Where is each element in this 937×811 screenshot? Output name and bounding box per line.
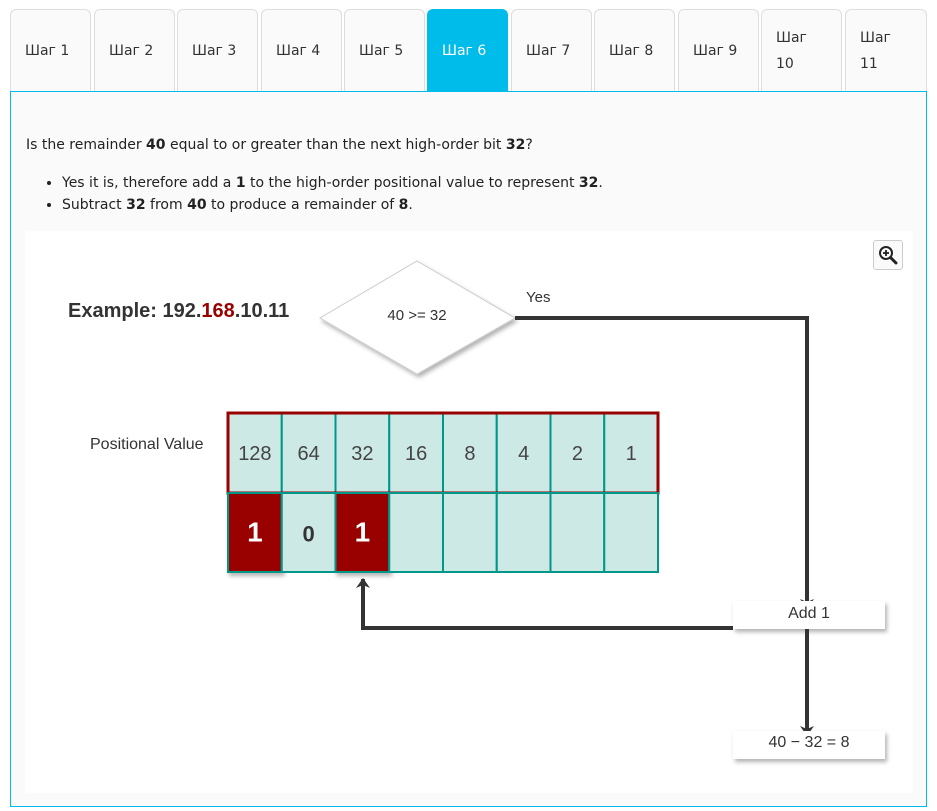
tab-step-6[interactable]: Шаг 6 <box>427 9 508 91</box>
bit-cell <box>495 492 552 573</box>
positional-value: 32 <box>351 443 373 465</box>
positional-value: 8 <box>464 443 475 465</box>
yes-label: Yes <box>526 289 550 306</box>
tab-label: Шаг 9 <box>693 42 738 59</box>
tab-label: Шаг 2 <box>109 42 154 59</box>
add-label: Add 1 <box>788 605 830 622</box>
tab-label: Шаг 4 <box>276 42 321 59</box>
question-text: Is the remainder 40 equal to or greater … <box>26 137 533 153</box>
add-one-arrow <box>356 578 733 630</box>
list-item: Subtract 32 from 40 to produce a remaind… <box>62 194 603 216</box>
tab-step-3[interactable]: Шаг 3 <box>177 9 258 91</box>
tab-label: Шаг 7 <box>526 42 571 59</box>
bit-table: 128 64 32 16 8 4 2 1 1 0 1 <box>226 411 660 573</box>
diagram-figure: Example: 192.168.10.11 40 >= 32 Yes Posi… <box>25 231 913 793</box>
bit-value: 1 <box>247 517 263 548</box>
bit-cell <box>549 492 606 573</box>
tab-label: Шаг 5 <box>359 42 404 59</box>
positional-value: 1 <box>626 443 637 465</box>
tab-step-7[interactable]: Шаг 7 <box>511 9 592 91</box>
binary-conversion-diagram: Example: 192.168.10.11 40 >= 32 Yes Posi… <box>68 260 885 759</box>
positional-value: 2 <box>572 443 583 465</box>
tab-step-5[interactable]: Шаг 5 <box>344 9 425 91</box>
positional-value: 128 <box>238 443 271 465</box>
tab-step-10[interactable]: Шаг 10 <box>761 9 842 91</box>
zoom-in-button[interactable] <box>873 240 903 270</box>
positional-value: 4 <box>518 443 529 465</box>
bit-cell <box>388 492 444 573</box>
zoom-in-icon <box>879 246 898 265</box>
positional-value-label: Positional Value <box>90 436 204 453</box>
bit-value: 32 <box>505 137 526 153</box>
tab-step-11[interactable]: Шаг 11 <box>845 9 927 91</box>
list-item: Yes it is, therefore add a 1 to the high… <box>62 172 603 194</box>
tab-label: Шаг 10 <box>776 29 807 72</box>
tab-label: Шаг 3 <box>192 42 237 59</box>
tab-step-2[interactable]: Шаг 2 <box>94 9 175 91</box>
tab-label: Шаг 11 <box>860 29 891 72</box>
tab-step-9[interactable]: Шаг 9 <box>678 9 759 91</box>
positional-value: 16 <box>405 443 427 465</box>
tab-label: Шаг 8 <box>609 42 654 59</box>
remainder-value: 40 <box>146 137 166 153</box>
bit-value: 1 <box>355 517 371 548</box>
step-tabs: Шаг 1 Шаг 2 Шаг 3 Шаг 4 Шаг 5 Шаг 6 Шаг … <box>10 9 927 92</box>
tab-step-1[interactable]: Шаг 1 <box>10 9 91 91</box>
tab-label: Шаг 6 <box>442 42 487 59</box>
explanation-list: Yes it is, therefore add a 1 to the high… <box>26 172 603 216</box>
subtract-label: 40 − 32 = 8 <box>769 734 850 751</box>
bit-cell <box>442 492 498 573</box>
tab-label: Шаг 1 <box>25 42 70 59</box>
decision-label: 40 >= 32 <box>387 307 446 324</box>
tab-step-4[interactable]: Шаг 4 <box>261 9 342 91</box>
example-ip: Example: 192.168.10.11 <box>68 300 289 322</box>
bit-value: 0 <box>303 522 315 547</box>
step-content-panel: Is the remainder 40 equal to or greater … <box>10 91 927 807</box>
positional-value: 64 <box>298 443 320 465</box>
bit-cell <box>603 492 659 573</box>
tab-step-8[interactable]: Шаг 8 <box>594 9 675 91</box>
